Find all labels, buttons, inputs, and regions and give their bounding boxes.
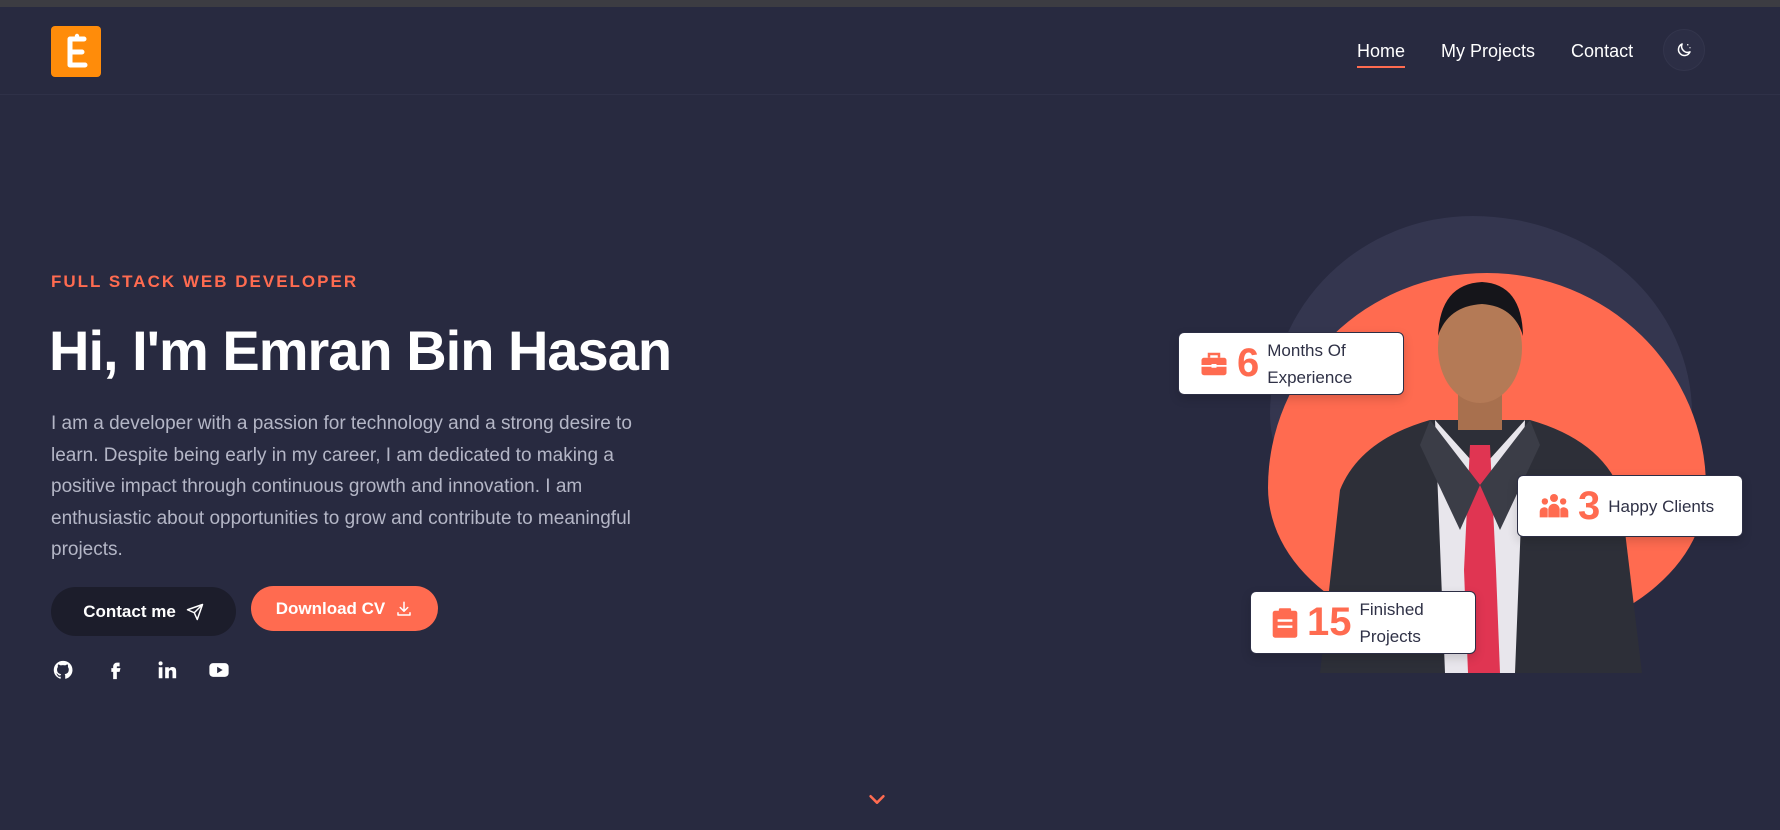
browser-top-strip [0, 0, 1780, 7]
navbar: Home My Projects Contact [0, 7, 1780, 95]
facebook-icon [111, 662, 121, 680]
stat-projects-label-line1: Finished [1359, 599, 1424, 619]
stat-projects: 15 Finished Projects [1250, 591, 1476, 654]
download-cv-label: Download CV [275, 598, 386, 618]
contact-me-label: Contact me [83, 601, 176, 621]
youtube-link[interactable] [207, 658, 231, 682]
briefcase-icon [1201, 352, 1227, 375]
send-icon [186, 603, 204, 620]
github-icon [53, 660, 73, 679]
stat-projects-label: Finished Projects [1360, 596, 1424, 650]
scroll-down-button[interactable] [866, 788, 888, 810]
social-links [51, 658, 231, 682]
hero-description: I am a developer with a passion for tech… [51, 413, 632, 560]
theme-toggle-button[interactable] [1663, 29, 1705, 71]
stat-clients-label: Happy Clients [1608, 496, 1715, 516]
chevron-down-icon [869, 794, 885, 804]
youtube-icon [209, 663, 229, 677]
logo[interactable] [51, 26, 101, 77]
logo-letter-icon [67, 33, 88, 67]
contact-me-button[interactable]: Contact me [51, 587, 236, 636]
nav-home[interactable]: Home [1357, 41, 1406, 68]
facebook-link[interactable] [103, 658, 127, 682]
nav-my-projects[interactable]: My Projects [1441, 41, 1535, 68]
nav-links: Home My Projects Contact [1357, 41, 1669, 68]
moon-icon [1677, 43, 1691, 57]
github-link[interactable] [51, 658, 75, 682]
download-icon [397, 601, 412, 616]
stat-projects-number: 15 [1307, 600, 1352, 644]
stat-experience-label-line1: Months Of [1267, 340, 1346, 360]
nav-contact[interactable]: Contact [1571, 41, 1633, 68]
stat-clients-number: 3 [1578, 483, 1601, 528]
stat-clients: 3 Happy Clients [1517, 475, 1743, 537]
download-cv-button[interactable]: Download CV [251, 586, 438, 631]
stat-projects-label-line2: Projects [1359, 626, 1421, 646]
linkedin-icon [158, 661, 177, 679]
stat-experience: 6 Months Of Experience [1178, 332, 1404, 395]
linkedin-link[interactable] [155, 658, 179, 682]
stat-experience-label: Months Of Experience [1267, 337, 1352, 391]
users-icon [1539, 494, 1569, 518]
hero-eyebrow: FULL STACK WEB DEVELOPER [51, 272, 359, 291]
stat-experience-number: 6 [1237, 341, 1260, 385]
hero-title: Hi, I'm Emran Bin Hasan [49, 319, 672, 382]
clipboard-icon [1272, 607, 1298, 638]
stat-experience-label-line2: Experience [1267, 367, 1353, 387]
